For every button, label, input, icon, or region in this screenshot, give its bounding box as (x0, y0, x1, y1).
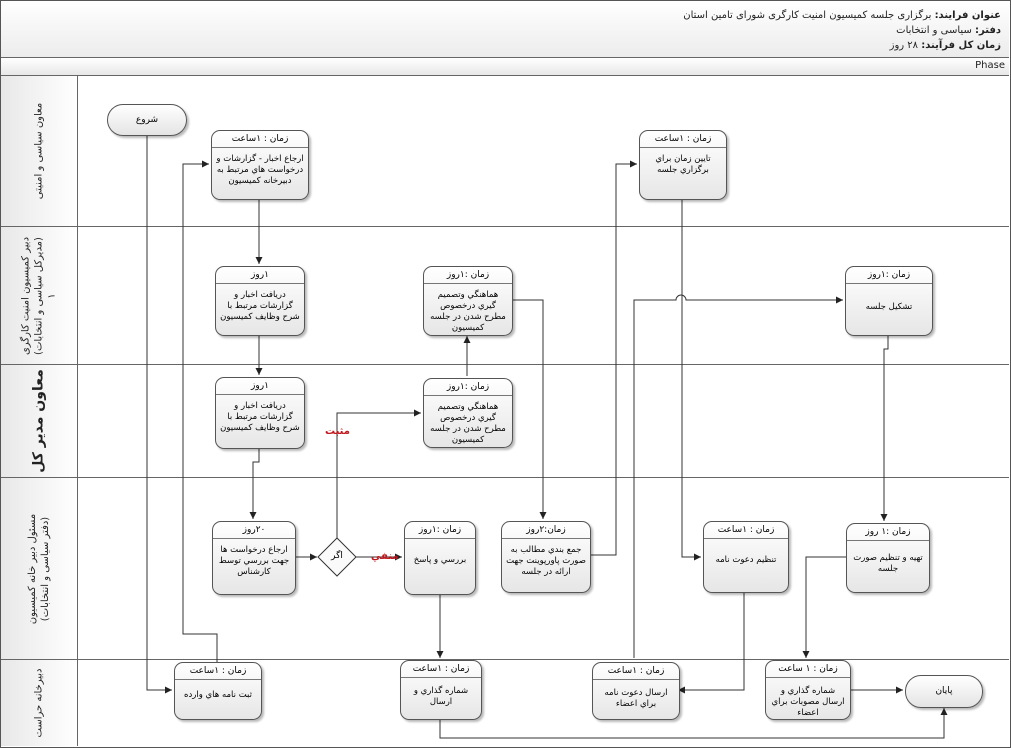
task-time: زمان :۱روز (405, 522, 475, 539)
task-time: زمان : ۱ ساعت (766, 661, 850, 678)
task-time: زمان : ۱ساعت (401, 661, 481, 678)
task-time: زمان :۱روز (424, 379, 512, 396)
task-time: زمان : ۱ساعت (704, 522, 788, 539)
task-prepare-minutes: زمان :۱ روز تهيه و تنظيم صورت جلسه (846, 523, 930, 593)
task-time: زمان :۱روز (424, 267, 512, 284)
task-time: زمان : ۱ساعت (175, 663, 261, 680)
decision-yes-label: مثبت (325, 426, 350, 437)
task-time: زمان : ۱ساعت (640, 131, 726, 148)
task-refer-news: زمان : ۱ساعت ارجاع اخبار - گزارشات و درخ… (211, 130, 309, 200)
task-time: زمان :۱ روز (847, 524, 929, 541)
end-terminal: پایان (905, 675, 983, 708)
task-time: زمان : ۱ساعت (212, 131, 308, 148)
decision-label: اگر (331, 551, 343, 561)
task-time: زمان :۱روز (846, 267, 932, 284)
task-text: دريافت اخبار و گزارشات مرتبط با شرح وظاي… (220, 290, 300, 322)
task-coordinate-secretary: زمان :۱روز هماهنگي وتصميم گيري درخصوص مط… (423, 266, 513, 336)
connector (513, 299, 547, 519)
task-register-letters: زمان : ۱ساعت ثبت نامه هاي وارده (174, 662, 262, 720)
task-text: تنظيم دعوت نامه (715, 555, 777, 565)
task-text: بررسي و پاسخ (413, 555, 467, 565)
task-time: زمان : ۱ساعت (593, 663, 679, 680)
end-label: پایان (935, 686, 953, 696)
task-text: جمع بندي مطالب به صورت پاورپوينت جهت ارا… (506, 545, 586, 577)
task-text: شماره گذاري و ارسال مصوبات براي اعضاء (771, 686, 845, 718)
connector (880, 334, 889, 521)
decision-no-label: منفي (371, 551, 399, 562)
connector (678, 592, 745, 694)
task-time: ۱روز (216, 378, 304, 395)
task-receive-news-secretary: ۱روز دريافت اخبار و گزارشات مرتبط با شرح… (215, 266, 305, 336)
task-set-meeting-time: زمان : ۱ساعت تايين زمان براي برگزاري جلس… (639, 130, 727, 200)
connector (439, 708, 948, 739)
task-send-resolutions: زمان : ۱ ساعت شماره گذاري و ارسال مصوبات… (765, 660, 851, 720)
task-time: ۱روز (216, 267, 304, 284)
task-text: هماهنگي وتصميم گيري درخصوص مطرح شدن در ج… (430, 290, 506, 333)
task-receive-news-deputy: ۱روز دريافت اخبار و گزارشات مرتبط با شرح… (215, 377, 305, 449)
task-text: دريافت اخبار و گزارشات مرتبط با شرح وظاي… (220, 401, 300, 433)
task-review-respond: زمان :۱روز بررسي و پاسخ (404, 521, 476, 595)
task-summarize-powerpoint: زمان:۲روز جمع بندي مطالب به صورت پاورپوي… (501, 521, 591, 593)
task-text: تايين زمان براي برگزاري جلسه (655, 154, 711, 175)
task-time: ۲۰روز (213, 522, 295, 539)
task-text: ارجاع اخبار - گزارشات و درخواست هاي مرتب… (216, 154, 304, 186)
task-text: ارسال دعوت نامه براي اعضاء (604, 688, 668, 709)
task-time: زمان:۲روز (502, 522, 590, 539)
task-text: تهيه و تنظيم صورت جلسه (853, 553, 923, 574)
connector (681, 198, 701, 561)
connector (146, 136, 172, 694)
connector (802, 556, 846, 658)
connector (633, 294, 843, 658)
task-hold-meeting: زمان :۱روز تشكيل جلسه (845, 266, 933, 336)
connector (590, 160, 637, 556)
task-number-send: زمان : ۱ساعت شماره گذاري و ارسال (400, 660, 482, 720)
task-send-invitation: زمان : ۱ساعت ارسال دعوت نامه براي اعضاء (592, 662, 680, 720)
task-refer-requests: ۲۰روز ارجاع درخواست ها جهت بررسي توسط كا… (212, 521, 296, 595)
task-text: تشكيل جلسه (865, 302, 913, 312)
connector (249, 447, 260, 519)
start-label: شروع (135, 115, 159, 125)
task-text: ثبت نامه هاي وارده (184, 690, 252, 700)
start-terminal: شروع (107, 104, 187, 136)
task-prepare-invitation: زمان : ۱ساعت تنظيم دعوت نامه (703, 521, 789, 593)
task-text: ارجاع درخواست ها جهت بررسي توسط كارشناس (218, 545, 290, 577)
task-text: هماهنگي وتصميم گيري درخصوص مطرح شدن در ج… (430, 402, 506, 445)
task-text: شماره گذاري و ارسال (413, 686, 469, 707)
task-coordinate-deputy: زمان :۱روز هماهنگي وتصميم گيري درخصوص مط… (423, 378, 513, 448)
